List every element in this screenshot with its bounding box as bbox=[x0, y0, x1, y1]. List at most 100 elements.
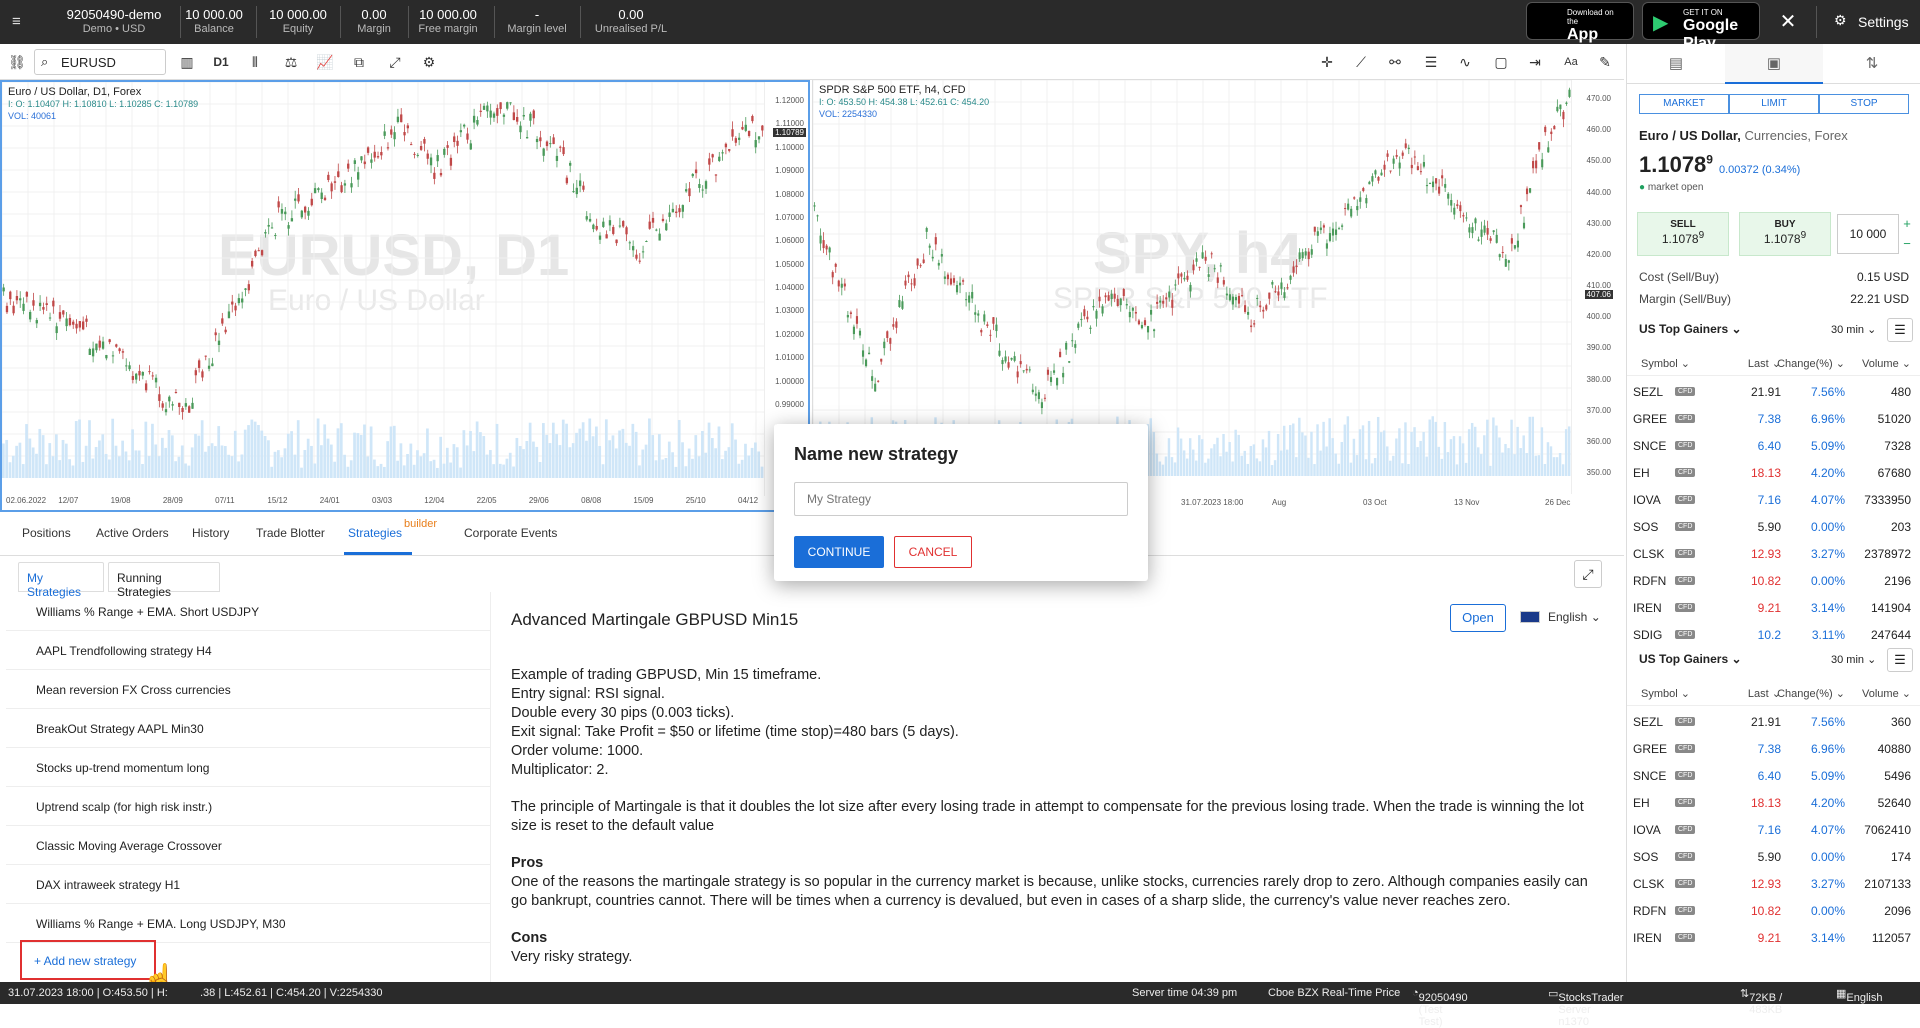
google-play-button[interactable]: ▶ GET IT ON Google Play bbox=[1642, 2, 1760, 52]
timeframe-button[interactable]: D1 bbox=[208, 49, 234, 75]
tab-corporate-events[interactable]: Corporate Events bbox=[464, 526, 557, 540]
rectangle-icon[interactable]: ▢ bbox=[1488, 49, 1514, 75]
close-banner-icon[interactable]: ✕ bbox=[1774, 8, 1802, 36]
templates-icon[interactable]: ⧉ bbox=[346, 49, 372, 75]
list-item[interactable]: AAPL Trendfollowing strategy H4 bbox=[6, 631, 490, 670]
column-header[interactable]: Volume ⌄ bbox=[1862, 687, 1911, 700]
period-selector[interactable]: 30 min ⌄ bbox=[1831, 653, 1876, 666]
column-header[interactable]: Symbol ⌄ bbox=[1641, 357, 1690, 370]
list-item[interactable]: Stocks up-trend momentum long bbox=[6, 748, 490, 787]
table-row[interactable]: CLSK CFD 12.93 3.27% 2107133 bbox=[1627, 870, 1920, 897]
table-row[interactable]: IOVA CFD 7.16 4.07% 7333950 bbox=[1627, 486, 1920, 513]
column-header[interactable]: Last ⌄ bbox=[1748, 687, 1781, 700]
language-status[interactable]: ▦ English bbox=[1836, 987, 1882, 1004]
table-row[interactable]: GREE CFD 7.38 6.96% 40880 bbox=[1627, 735, 1920, 762]
quantity-stepper[interactable]: + − bbox=[1899, 214, 1915, 254]
list-menu-icon[interactable]: ☰ bbox=[1887, 648, 1913, 672]
table-row[interactable]: SEZL CFD 21.91 7.56% 480 bbox=[1627, 378, 1920, 405]
table-row[interactable]: SNCE CFD 6.40 5.09% 7328 bbox=[1627, 432, 1920, 459]
table-row[interactable]: SNCE CFD 6.40 5.09% 5496 bbox=[1627, 762, 1920, 789]
column-header[interactable]: Last ⌄ bbox=[1748, 357, 1781, 370]
list-item[interactable]: Williams % Range + EMA. Long USDJPY, M30 bbox=[6, 904, 490, 943]
sell-button[interactable]: SELL 1.10789 bbox=[1637, 212, 1729, 256]
column-header[interactable]: Volume ⌄ bbox=[1862, 357, 1911, 370]
table-row[interactable]: SOS CFD 5.90 0.00% 174 bbox=[1627, 843, 1920, 870]
account-selector[interactable]: 92050490-demo Demo • USD bbox=[48, 7, 180, 37]
price-axis[interactable]: 470.00 460.00 450.00 440.00 430.00 420.00 410.… bbox=[1571, 80, 1615, 494]
indicators-icon[interactable]: 📈 bbox=[312, 49, 338, 75]
expand-icon[interactable]: ⤢ bbox=[1574, 560, 1602, 588]
strategy-name-input[interactable] bbox=[794, 482, 1128, 516]
tab-history[interactable]: History bbox=[192, 526, 229, 540]
table-row[interactable]: SDIG CFD 10.2 3.11% 247644 bbox=[1627, 621, 1920, 648]
period-value: 30 min bbox=[1831, 654, 1865, 666]
list-item[interactable]: Classic Moving Average Crossover bbox=[6, 826, 490, 865]
trendline-icon[interactable]: ⟋ bbox=[1348, 49, 1374, 75]
period-selector[interactable]: 30 min ⌄ bbox=[1831, 323, 1876, 336]
language-selector[interactable]: English ⌄ bbox=[1520, 610, 1601, 624]
watchlist-title[interactable]: US Top Gainers ⌄ bbox=[1639, 322, 1742, 336]
order-type-stop[interactable]: STOP bbox=[1819, 94, 1909, 114]
lines-icon[interactable]: ☰ bbox=[1418, 49, 1444, 75]
menu-icon[interactable]: ≡ bbox=[12, 13, 21, 30]
fib-icon[interactable]: ⚯ bbox=[1382, 49, 1408, 75]
list-item[interactable]: Uptrend scalp (for high risk instr.) bbox=[6, 787, 490, 826]
list-item[interactable]: Mean reversion FX Cross currencies bbox=[6, 670, 490, 709]
column-header[interactable]: Change(%) ⌄ bbox=[1777, 357, 1845, 370]
compare-icon[interactable]: ⚖ bbox=[278, 49, 304, 75]
tab-trade-blotter[interactable]: Trade Blotter bbox=[256, 526, 325, 540]
brush-icon[interactable]: ✎ bbox=[1592, 49, 1618, 75]
column-header[interactable]: Symbol ⌄ bbox=[1641, 687, 1690, 700]
add-new-strategy-button[interactable]: + Add new strategy bbox=[20, 940, 156, 980]
list-item[interactable]: DAX intraweek strategy H1 bbox=[6, 865, 490, 904]
order-type-limit[interactable]: LIMIT bbox=[1729, 94, 1819, 114]
tab-running-strategies[interactable]: Running Strategies bbox=[108, 562, 220, 599]
symbol-search-input[interactable]: ⌕ EURUSD bbox=[34, 49, 166, 75]
chart-eurusd[interactable]: EURUSD, D1 Euro / US Dollar Euro / US Do… bbox=[0, 80, 810, 512]
order-type-market[interactable]: MARKET bbox=[1639, 94, 1729, 114]
table-row[interactable]: EH CFD 18.13 4.20% 52640 bbox=[1627, 789, 1920, 816]
continue-button[interactable]: CONTINUE bbox=[794, 536, 884, 568]
layout-icon[interactable]: ▥ bbox=[174, 49, 200, 75]
table-row[interactable]: RDFN CFD 10.82 0.00% 2096 bbox=[1627, 897, 1920, 924]
time-axis[interactable]: 02.06.2022 12/07 19/08 28/09 07/11 15/12 24/01… bbox=[2, 492, 764, 510]
cfd-badge: CFD bbox=[1675, 825, 1696, 834]
app-store-button[interactable]: Download on the App Store bbox=[1526, 2, 1634, 61]
tab-watchlist-icon[interactable]: ▤ bbox=[1627, 44, 1725, 84]
watchlist-title[interactable]: US Top Gainers ⌄ bbox=[1639, 652, 1742, 666]
margin-level-value: - bbox=[534, 7, 540, 22]
table-row[interactable]: EH CFD 18.13 4.20% 67680 bbox=[1627, 459, 1920, 486]
tab-market-depth-icon[interactable]: ⇅ bbox=[1823, 44, 1920, 84]
tab-active-orders[interactable]: Active Orders bbox=[96, 526, 169, 540]
table-row[interactable]: SOS CFD 5.90 0.00% 203 bbox=[1627, 513, 1920, 540]
buy-button[interactable]: BUY 1.10789 bbox=[1739, 212, 1831, 256]
arrow-icon[interactable]: ⇥ bbox=[1522, 49, 1548, 75]
open-strategy-button[interactable]: Open bbox=[1450, 604, 1506, 632]
tab-positions[interactable]: Positions bbox=[22, 526, 71, 540]
link-icon[interactable]: ⛓ bbox=[4, 49, 30, 75]
tab-my-strategies[interactable]: My Strategies bbox=[18, 562, 104, 599]
fullscreen-icon[interactable]: ⤢ bbox=[382, 49, 408, 75]
candles-icon[interactable]: ⫴ bbox=[242, 49, 268, 75]
list-item[interactable]: BreakOut Strategy AAPL Min30 bbox=[6, 709, 490, 748]
column-header[interactable]: Change(%) ⌄ bbox=[1777, 687, 1845, 700]
tab-order-icon[interactable]: ▣ bbox=[1725, 44, 1823, 84]
table-row[interactable]: CLSK CFD 12.93 3.27% 2378972 bbox=[1627, 540, 1920, 567]
text-tool-icon[interactable]: Aa bbox=[1558, 49, 1584, 75]
crosshair-icon[interactable]: ✛ bbox=[1314, 49, 1340, 75]
table-row[interactable]: IREN CFD 9.21 3.14% 112057 bbox=[1627, 924, 1920, 951]
last-price-cell: 21.91 bbox=[1750, 385, 1781, 399]
cancel-button[interactable]: CANCEL bbox=[894, 536, 972, 568]
table-row[interactable]: IREN CFD 9.21 3.14% 141904 bbox=[1627, 594, 1920, 621]
google-play-icon: ▶ bbox=[1653, 12, 1669, 34]
tab-strategies[interactable]: Strategies bbox=[348, 526, 402, 540]
table-row[interactable]: GREE CFD 7.38 6.96% 51020 bbox=[1627, 405, 1920, 432]
table-row[interactable]: RDFN CFD 10.82 0.00% 2196 bbox=[1627, 567, 1920, 594]
chart-settings-icon[interactable]: ⚙ bbox=[416, 49, 442, 75]
wave-icon[interactable]: ∿ bbox=[1452, 49, 1478, 75]
table-row[interactable]: IOVA CFD 7.16 4.07% 7062410 bbox=[1627, 816, 1920, 843]
table-row[interactable]: SEZL CFD 21.91 7.56% 360 bbox=[1627, 708, 1920, 735]
list-menu-icon[interactable]: ☰ bbox=[1887, 318, 1913, 342]
quantity-input[interactable]: 10 000 bbox=[1837, 214, 1899, 254]
list-item[interactable]: Williams % Range + EMA. Short USDJPY bbox=[6, 592, 490, 631]
